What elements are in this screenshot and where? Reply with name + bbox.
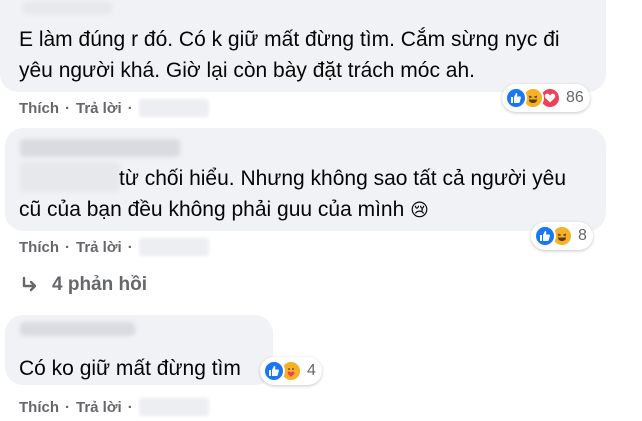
comment-text-line: từ chối hiểu. Nhưng không sao tất cả ngư… (119, 167, 567, 190)
reply-link[interactable]: Trả lời (76, 239, 122, 256)
view-replies-link[interactable]: 4 phản hồi (20, 274, 147, 296)
like-link[interactable]: Thích (19, 239, 59, 256)
reaction-summary[interactable]: 8 (531, 222, 593, 250)
like-icon (505, 87, 527, 109)
like-link[interactable]: Thích (19, 100, 59, 117)
commenter-name-blurred (22, 2, 112, 14)
reply-link[interactable]: Trả lời (76, 399, 122, 416)
reaction-count: 8 (578, 227, 587, 244)
comment-text-line: yêu người khá. Giờ lại còn bày đặt trách… (19, 59, 475, 82)
like-icon (534, 225, 556, 247)
reply-arrow-icon (22, 276, 37, 292)
like-icon (263, 360, 285, 382)
commenter-name-blurred (20, 322, 135, 336)
reaction-summary[interactable]: 4 (260, 357, 322, 385)
comment-text-line: E làm đúng r đó. Có k giữ mất đừng tìm. … (19, 28, 560, 51)
reaction-count: 4 (307, 362, 316, 379)
comment-text-line: cũ của bạn đều không phải guu của mình 😢 (19, 194, 429, 226)
like-link[interactable]: Thích (19, 399, 59, 416)
reaction-summary[interactable]: 86 (502, 84, 590, 112)
separator: · (65, 238, 70, 256)
separator: · (127, 398, 133, 416)
separator: · (127, 238, 133, 256)
separator: · (127, 99, 133, 117)
comment-actions: Thích · Trả lời · (19, 238, 209, 256)
commenter-text-blurred (20, 162, 120, 192)
replies-count-label: 4 phản hồi (52, 274, 147, 295)
timestamp-blurred (138, 238, 209, 256)
comment-text-line: Có ko giữ mất đừng tìm (19, 357, 241, 380)
crying-emoji: 😢 (410, 200, 429, 220)
timestamp-blurred (138, 398, 209, 416)
separator: · (65, 398, 70, 416)
comment-actions: Thích · Trả lời · (19, 99, 209, 117)
comment-actions: Thích · Trả lời · (19, 398, 209, 416)
commenter-name-blurred (20, 139, 180, 157)
reply-link[interactable]: Trả lời (76, 100, 122, 117)
reaction-count: 86 (566, 89, 584, 106)
timestamp-blurred (138, 99, 209, 117)
comment-text: cũ của bạn đều không phải guu của mình (19, 198, 405, 221)
separator: · (65, 99, 70, 117)
